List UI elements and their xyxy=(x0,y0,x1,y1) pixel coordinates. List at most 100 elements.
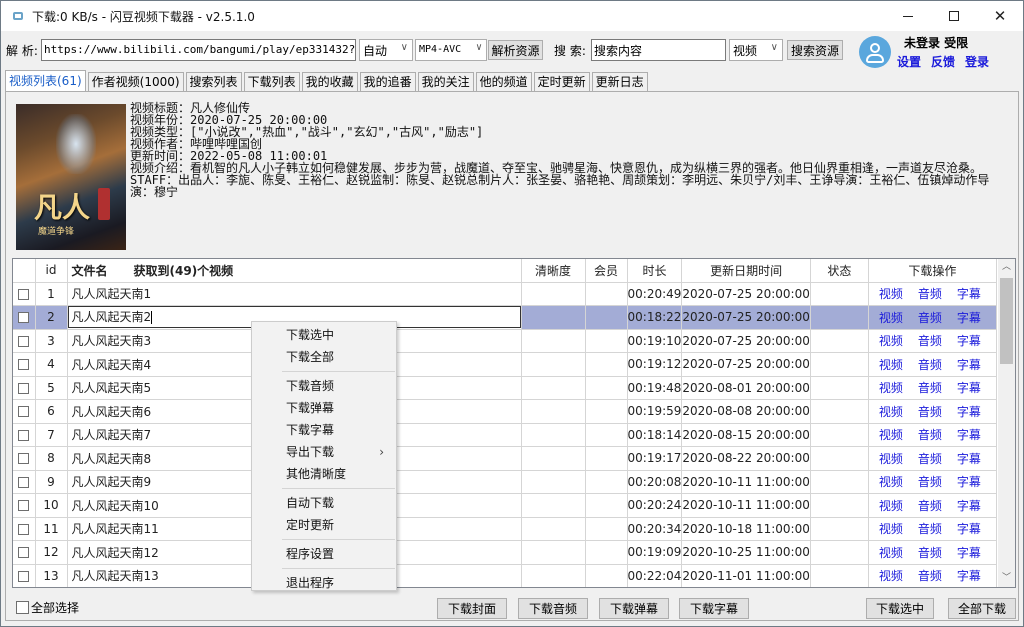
row-checkbox-cell[interactable] xyxy=(13,423,36,447)
tab-scheduled-update[interactable]: 定时更新 xyxy=(533,72,590,92)
row-checkbox-cell[interactable] xyxy=(13,399,36,424)
row-checkbox-cell[interactable] xyxy=(13,352,36,377)
header-id[interactable]: id xyxy=(35,259,68,283)
download-all-button[interactable]: 全部下载 xyxy=(948,598,1016,619)
download-subtitle-link[interactable]: 字幕 xyxy=(957,569,981,583)
download-danmaku-button[interactable]: 下载弹幕 xyxy=(599,598,669,619)
download-audio-link[interactable]: 音频 xyxy=(918,569,942,583)
tab-search-list[interactable]: 搜索列表 xyxy=(185,72,242,92)
row-checkbox[interactable] xyxy=(18,523,30,535)
table-row[interactable]: 3 凡人风起天南3 00:19:10 2020-07-25 20:00:00 视频 音频字… xyxy=(13,329,997,353)
table-row[interactable]: 13 凡人风起天南13 00:22:04 2020-11-01 11:00:00 视频音… xyxy=(13,564,997,587)
download-subtitle-link[interactable]: 字幕 xyxy=(957,428,981,442)
scroll-down-icon[interactable]: ﹀ xyxy=(998,570,1015,587)
table-row[interactable]: 6 凡人风起天南6 00:19:59 2020-08-08 20:00:00 视频 音频字… xyxy=(13,399,997,424)
download-subtitle-link[interactable]: 字幕 xyxy=(957,287,981,301)
download-audio-button[interactable]: 下载音频 xyxy=(518,598,588,619)
download-audio-link[interactable]: 音频 xyxy=(918,405,942,419)
row-checkbox[interactable] xyxy=(18,500,30,512)
row-checkbox-cell[interactable] xyxy=(13,376,36,400)
download-video-link[interactable]: 视频 xyxy=(879,405,903,419)
download-video-link[interactable]: 视频 xyxy=(879,569,903,583)
table-row[interactable]: 7 凡人风起天南7 00:18:14 2020-08-15 20:00:00 视频 音频字… xyxy=(13,423,997,447)
download-audio-link[interactable]: 音频 xyxy=(918,334,942,348)
row-checkbox-cell[interactable] xyxy=(13,564,36,587)
download-video-link[interactable]: 视频 xyxy=(879,334,903,348)
download-video-link[interactable]: 视频 xyxy=(879,358,903,372)
row-checkbox-cell[interactable] xyxy=(13,588,35,589)
context-menu-item[interactable]: 下载弹幕 xyxy=(252,397,396,419)
download-video-link[interactable]: 视频 xyxy=(879,381,903,395)
download-cover-button[interactable]: 下载封面 xyxy=(437,598,507,619)
download-subtitle-link[interactable]: 字幕 xyxy=(957,358,981,372)
row-checkbox-cell[interactable] xyxy=(13,517,36,541)
download-audio-link[interactable]: 音频 xyxy=(918,287,942,301)
header-vip[interactable]: 会员 xyxy=(585,259,628,283)
tab-my-favorites[interactable]: 我的收藏 xyxy=(301,72,358,92)
context-menu-item[interactable]: 自动下载 xyxy=(252,492,396,514)
download-subtitle-link[interactable]: 字幕 xyxy=(957,546,981,560)
table-row[interactable]: 5 凡人风起天南5 00:19:48 2020-08-01 20:00:00 视频 音频字… xyxy=(13,376,997,400)
mode-select[interactable]: 自动 ∨ xyxy=(359,39,413,61)
download-video-link[interactable]: 视频 xyxy=(879,475,903,489)
download-video-link[interactable]: 视频 xyxy=(879,311,903,325)
table-row[interactable]: 12 凡人风起天南12 00:19:09 2020-10-25 11:00:00 视频音… xyxy=(13,540,997,565)
table-row[interactable]: 14凡人风起天南1400:19:412020-11-08 11:00:00视频音… xyxy=(13,588,996,589)
context-menu-item[interactable]: 导出下载 › xyxy=(252,441,396,463)
table-row[interactable]: 10 凡人风起天南10 00:20:24 2020-10-11 11:00:00 视频音… xyxy=(13,493,997,518)
header-status[interactable]: 状态 xyxy=(810,259,869,283)
table-row[interactable]: 1 凡人风起天南1 00:20:49 2020-07-25 20:00:00 视频 音频 字… xyxy=(13,282,997,306)
download-subtitle-link[interactable]: 字幕 xyxy=(957,334,981,348)
close-button[interactable]: ✕ xyxy=(977,1,1023,31)
download-video-link[interactable]: 视频 xyxy=(879,452,903,466)
header-date[interactable]: 更新日期时间 xyxy=(681,259,811,283)
tab-changelog[interactable]: 更新日志 xyxy=(591,72,648,92)
download-subtitle-link[interactable]: 字幕 xyxy=(957,381,981,395)
row-checkbox[interactable] xyxy=(18,406,30,418)
table-row[interactable]: 9 凡人风起天南9 00:20:08 2020-10-11 11:00:00 视频 音频字… xyxy=(13,470,997,494)
maximize-button[interactable] xyxy=(931,1,977,31)
row-checkbox-cell[interactable] xyxy=(13,329,36,353)
context-menu-item[interactable]: 其他清晰度 xyxy=(252,463,396,485)
settings-link[interactable]: 设置 xyxy=(897,53,921,70)
tab-video-list[interactable]: 视频列表(61) xyxy=(5,70,86,92)
search-button[interactable]: 搜索资源 xyxy=(787,40,843,60)
row-checkbox[interactable] xyxy=(18,312,30,324)
row-checkbox-cell[interactable] xyxy=(13,540,36,565)
select-all-checkbox[interactable]: 全部选择 xyxy=(16,599,79,616)
download-subtitle-link[interactable]: 字幕 xyxy=(957,475,981,489)
download-audio-link[interactable]: 音频 xyxy=(918,522,942,536)
download-audio-link[interactable]: 音频 xyxy=(918,311,942,325)
download-subtitle-link[interactable]: 字幕 xyxy=(957,499,981,513)
row-checkbox[interactable] xyxy=(18,453,30,465)
download-video-link[interactable]: 视频 xyxy=(879,546,903,560)
row-filename[interactable]: 凡人风起天南1 xyxy=(67,282,522,306)
scroll-up-icon[interactable]: ︿ xyxy=(998,259,1015,276)
download-subtitle-button[interactable]: 下载字幕 xyxy=(679,598,749,619)
download-audio-link[interactable]: 音频 xyxy=(918,452,942,466)
row-checkbox[interactable] xyxy=(18,288,30,300)
download-audio-link[interactable]: 音频 xyxy=(918,499,942,513)
download-audio-link[interactable]: 音频 xyxy=(918,358,942,372)
download-video-link[interactable]: 视频 xyxy=(879,499,903,513)
row-checkbox[interactable] xyxy=(18,429,30,441)
url-input[interactable]: https://www.bilibili.com/bangumi/play/ep… xyxy=(41,39,356,61)
row-checkbox[interactable] xyxy=(18,547,30,559)
row-checkbox-cell[interactable] xyxy=(13,470,36,494)
context-menu-item[interactable]: 下载全部 xyxy=(252,346,396,368)
vertical-scrollbar[interactable]: ︿ ﹀ xyxy=(998,259,1015,587)
context-menu-item[interactable]: 下载音频 xyxy=(252,375,396,397)
table-row[interactable]: 8 凡人风起天南8 00:19:17 2020-08-22 20:00:00 视频 音频字… xyxy=(13,446,997,471)
download-audio-link[interactable]: 音频 xyxy=(918,428,942,442)
row-checkbox-cell[interactable] xyxy=(13,446,36,471)
tab-my-following[interactable]: 我的关注 xyxy=(417,72,474,92)
format-select[interactable]: MP4-AVC ∨ xyxy=(415,39,487,61)
download-video-link[interactable]: 视频 xyxy=(879,287,903,301)
row-checkbox[interactable] xyxy=(18,570,30,582)
context-menu-item[interactable]: 下载选中 xyxy=(252,324,396,346)
avatar[interactable] xyxy=(859,36,891,68)
search-input[interactable]: 搜索内容 xyxy=(591,39,726,61)
download-video-link[interactable]: 视频 xyxy=(879,428,903,442)
tab-download-list[interactable]: 下载列表 xyxy=(243,72,300,92)
context-menu-item[interactable]: 退出程序 xyxy=(252,572,396,594)
